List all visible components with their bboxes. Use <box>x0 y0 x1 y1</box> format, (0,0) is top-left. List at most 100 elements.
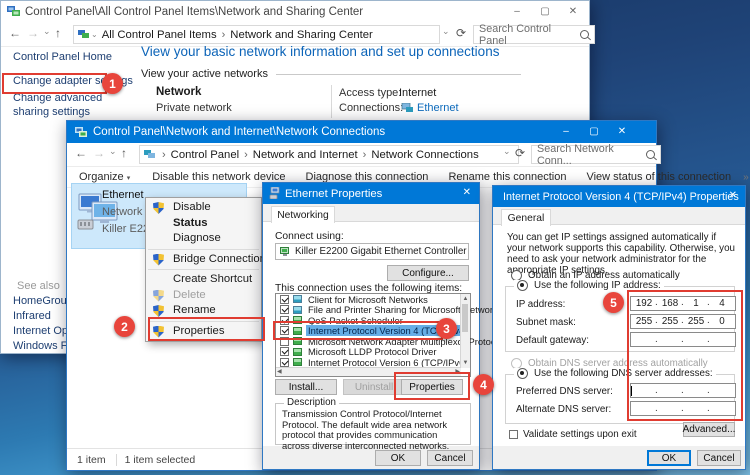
up-icon[interactable]: ↑ <box>55 26 61 40</box>
validate-checkbox[interactable]: Validate settings upon exit <box>509 429 637 440</box>
menu-item-delete[interactable]: Delete <box>146 288 261 304</box>
sidebar-item-change-advanced-sharing[interactable]: Change advanced sharing settings <box>13 91 117 119</box>
refresh-icon[interactable]: ⟳ <box>515 146 525 160</box>
menu-item-disable[interactable]: Disable <box>146 200 261 216</box>
install-button[interactable]: Install... <box>275 379 337 395</box>
sidebar-item-homegroup[interactable]: HomeGroup <box>13 295 73 307</box>
checkbox[interactable] <box>509 430 518 439</box>
vertical-scrollbar[interactable]: ▲ ▼ <box>460 294 470 368</box>
toolbar-view-status[interactable]: View status of this connection <box>586 171 731 183</box>
annotation-box-ipv4-item <box>273 321 443 340</box>
back-icon[interactable]: ← <box>75 146 87 160</box>
address-dropdown-icon[interactable]: ⌄ <box>503 146 511 157</box>
close-icon[interactable]: ✕ <box>463 187 471 198</box>
list-item[interactable]: Client for Microsoft Networks <box>276 294 470 305</box>
annotation-step-2: 2 <box>114 316 135 337</box>
minimize-icon[interactable]: – <box>552 121 580 143</box>
checkbox[interactable] <box>280 295 289 304</box>
breadcrumb-network-sharing-center[interactable]: Network and Sharing Center <box>230 29 373 41</box>
network-client-icon <box>293 295 302 303</box>
breadcrumb-all-control-panel-items[interactable]: All Control Panel Items <box>102 29 217 41</box>
checkbox[interactable] <box>280 358 289 367</box>
address-dropdown-icon[interactable]: ⌄ <box>442 26 450 37</box>
search-icon[interactable] <box>646 150 655 159</box>
sidebar-item-infrared[interactable]: Infrared <box>13 310 51 322</box>
preferred-dns-label: Preferred DNS server: <box>516 386 613 397</box>
address-bar[interactable]: › Control Panel › Network and Internet ›… <box>139 145 519 164</box>
cancel-button[interactable]: Cancel <box>427 450 473 466</box>
search-input[interactable]: Search Control Panel <box>473 25 595 44</box>
breadcrumb-separator-icon: › <box>217 29 231 41</box>
scroll-down-icon[interactable]: ▼ <box>461 359 470 367</box>
titlebar[interactable]: Control Panel\All Control Panel Items\Ne… <box>1 1 589 23</box>
scrollbar-thumb[interactable] <box>462 304 468 332</box>
cancel-button[interactable]: Cancel <box>697 450 741 466</box>
organize-chevron-icon: ▾ <box>127 175 131 182</box>
default-gateway-label: Default gateway: <box>516 335 589 346</box>
search-icon[interactable] <box>580 30 589 39</box>
subnet-mask-label: Subnet mask: <box>516 317 576 328</box>
list-item[interactable]: Microsoft LLDP Protocol Driver <box>276 347 470 358</box>
forward-icon[interactable]: → <box>93 146 105 160</box>
titlebar[interactable]: Internet Protocol Version 4 (TCP/IPv4) P… <box>493 186 745 207</box>
refresh-icon[interactable]: ⟳ <box>456 26 466 40</box>
list-item[interactable]: Internet Protocol Version 6 (TCP/IPv6) <box>276 357 470 368</box>
sidebar-item-control-panel-home[interactable]: Control Panel Home <box>13 51 112 63</box>
maximize-icon[interactable]: ▢ <box>580 121 608 143</box>
list-item[interactable]: File and Printer Sharing for Microsoft N… <box>276 305 470 316</box>
description-group: Description Transmission Control Protoco… <box>275 403 471 445</box>
annotation-step-4: 4 <box>473 374 494 395</box>
maximize-icon[interactable]: ▢ <box>531 1 559 23</box>
advanced-button[interactable]: Advanced... <box>683 422 735 437</box>
configure-button[interactable]: Configure... <box>387 265 469 281</box>
scroll-left-icon[interactable]: ◀ <box>277 368 282 376</box>
scroll-up-icon[interactable]: ▲ <box>461 295 470 303</box>
tab-networking[interactable]: Networking <box>271 206 335 223</box>
protocol-icon <box>293 358 302 366</box>
window-title: Control Panel\Network and Internet\Netwo… <box>93 126 385 138</box>
organize-menu[interactable]: Organize ▾ <box>79 171 130 183</box>
network-icon <box>144 149 155 160</box>
radio-icon[interactable] <box>517 368 528 379</box>
chevron-down-icon[interactable]: ⌄ <box>91 30 98 39</box>
close-icon[interactable]: ✕ <box>559 1 587 23</box>
tab-general[interactable]: General <box>501 209 551 226</box>
toolbar-overflow-icon[interactable]: » <box>743 172 749 183</box>
status-item-count: 1 item <box>77 454 106 466</box>
network-client-icon <box>293 306 302 314</box>
forward-icon[interactable]: → <box>27 26 39 40</box>
titlebar[interactable]: Ethernet Properties ✕ <box>263 183 479 204</box>
ethernet-icon <box>401 103 414 113</box>
menu-item-status[interactable]: Status <box>146 216 261 232</box>
connections-label: Connections: <box>339 102 403 114</box>
radio-icon[interactable] <box>517 280 528 291</box>
breadcrumb-network-connections[interactable]: Network Connections <box>371 149 478 161</box>
close-icon[interactable]: ✕ <box>729 190 737 201</box>
search-placeholder: Search Network Conn... <box>537 143 646 167</box>
history-chevron-icon[interactable]: ⌄ <box>43 26 51 37</box>
adapter-icon <box>280 247 291 257</box>
annotation-box-properties-menu <box>148 317 265 341</box>
minimize-icon[interactable]: – <box>503 1 531 23</box>
up-icon[interactable]: ↑ <box>121 146 127 160</box>
connections-ethernet-link[interactable]: Ethernet <box>417 102 459 114</box>
ok-button[interactable]: OK <box>647 450 691 466</box>
search-input[interactable]: Search Network Conn... <box>531 145 661 164</box>
menu-item-create-shortcut[interactable]: Create Shortcut <box>146 272 261 288</box>
adapter-name: Killer E2200 Gigabit Ethernet Controller <box>295 246 467 257</box>
ok-button[interactable]: OK <box>375 450 421 466</box>
checkbox[interactable] <box>280 347 289 356</box>
back-icon[interactable]: ← <box>9 26 21 40</box>
titlebar[interactable]: Control Panel\Network and Internet\Netwo… <box>67 121 656 143</box>
uac-shield-icon <box>153 202 164 214</box>
breadcrumb-network-and-internet[interactable]: Network and Internet <box>253 149 358 161</box>
close-icon[interactable]: ✕ <box>608 121 636 143</box>
dialog-title: Internet Protocol Version 4 (TCP/IPv4) P… <box>503 191 739 203</box>
menu-item-bridge-connections[interactable]: Bridge Connections <box>146 252 261 268</box>
address-bar[interactable]: ⌄ All Control Panel Items › Network and … <box>73 25 440 44</box>
menu-item-diagnose[interactable]: Diagnose <box>146 231 261 247</box>
history-chevron-icon[interactable]: ⌄ <box>109 146 117 157</box>
breadcrumb-control-panel[interactable]: Control Panel <box>171 149 239 161</box>
checkbox[interactable] <box>280 305 289 314</box>
navigation-bar: ← → ⌄ ↑ › Control Panel › Network and In… <box>67 143 656 167</box>
